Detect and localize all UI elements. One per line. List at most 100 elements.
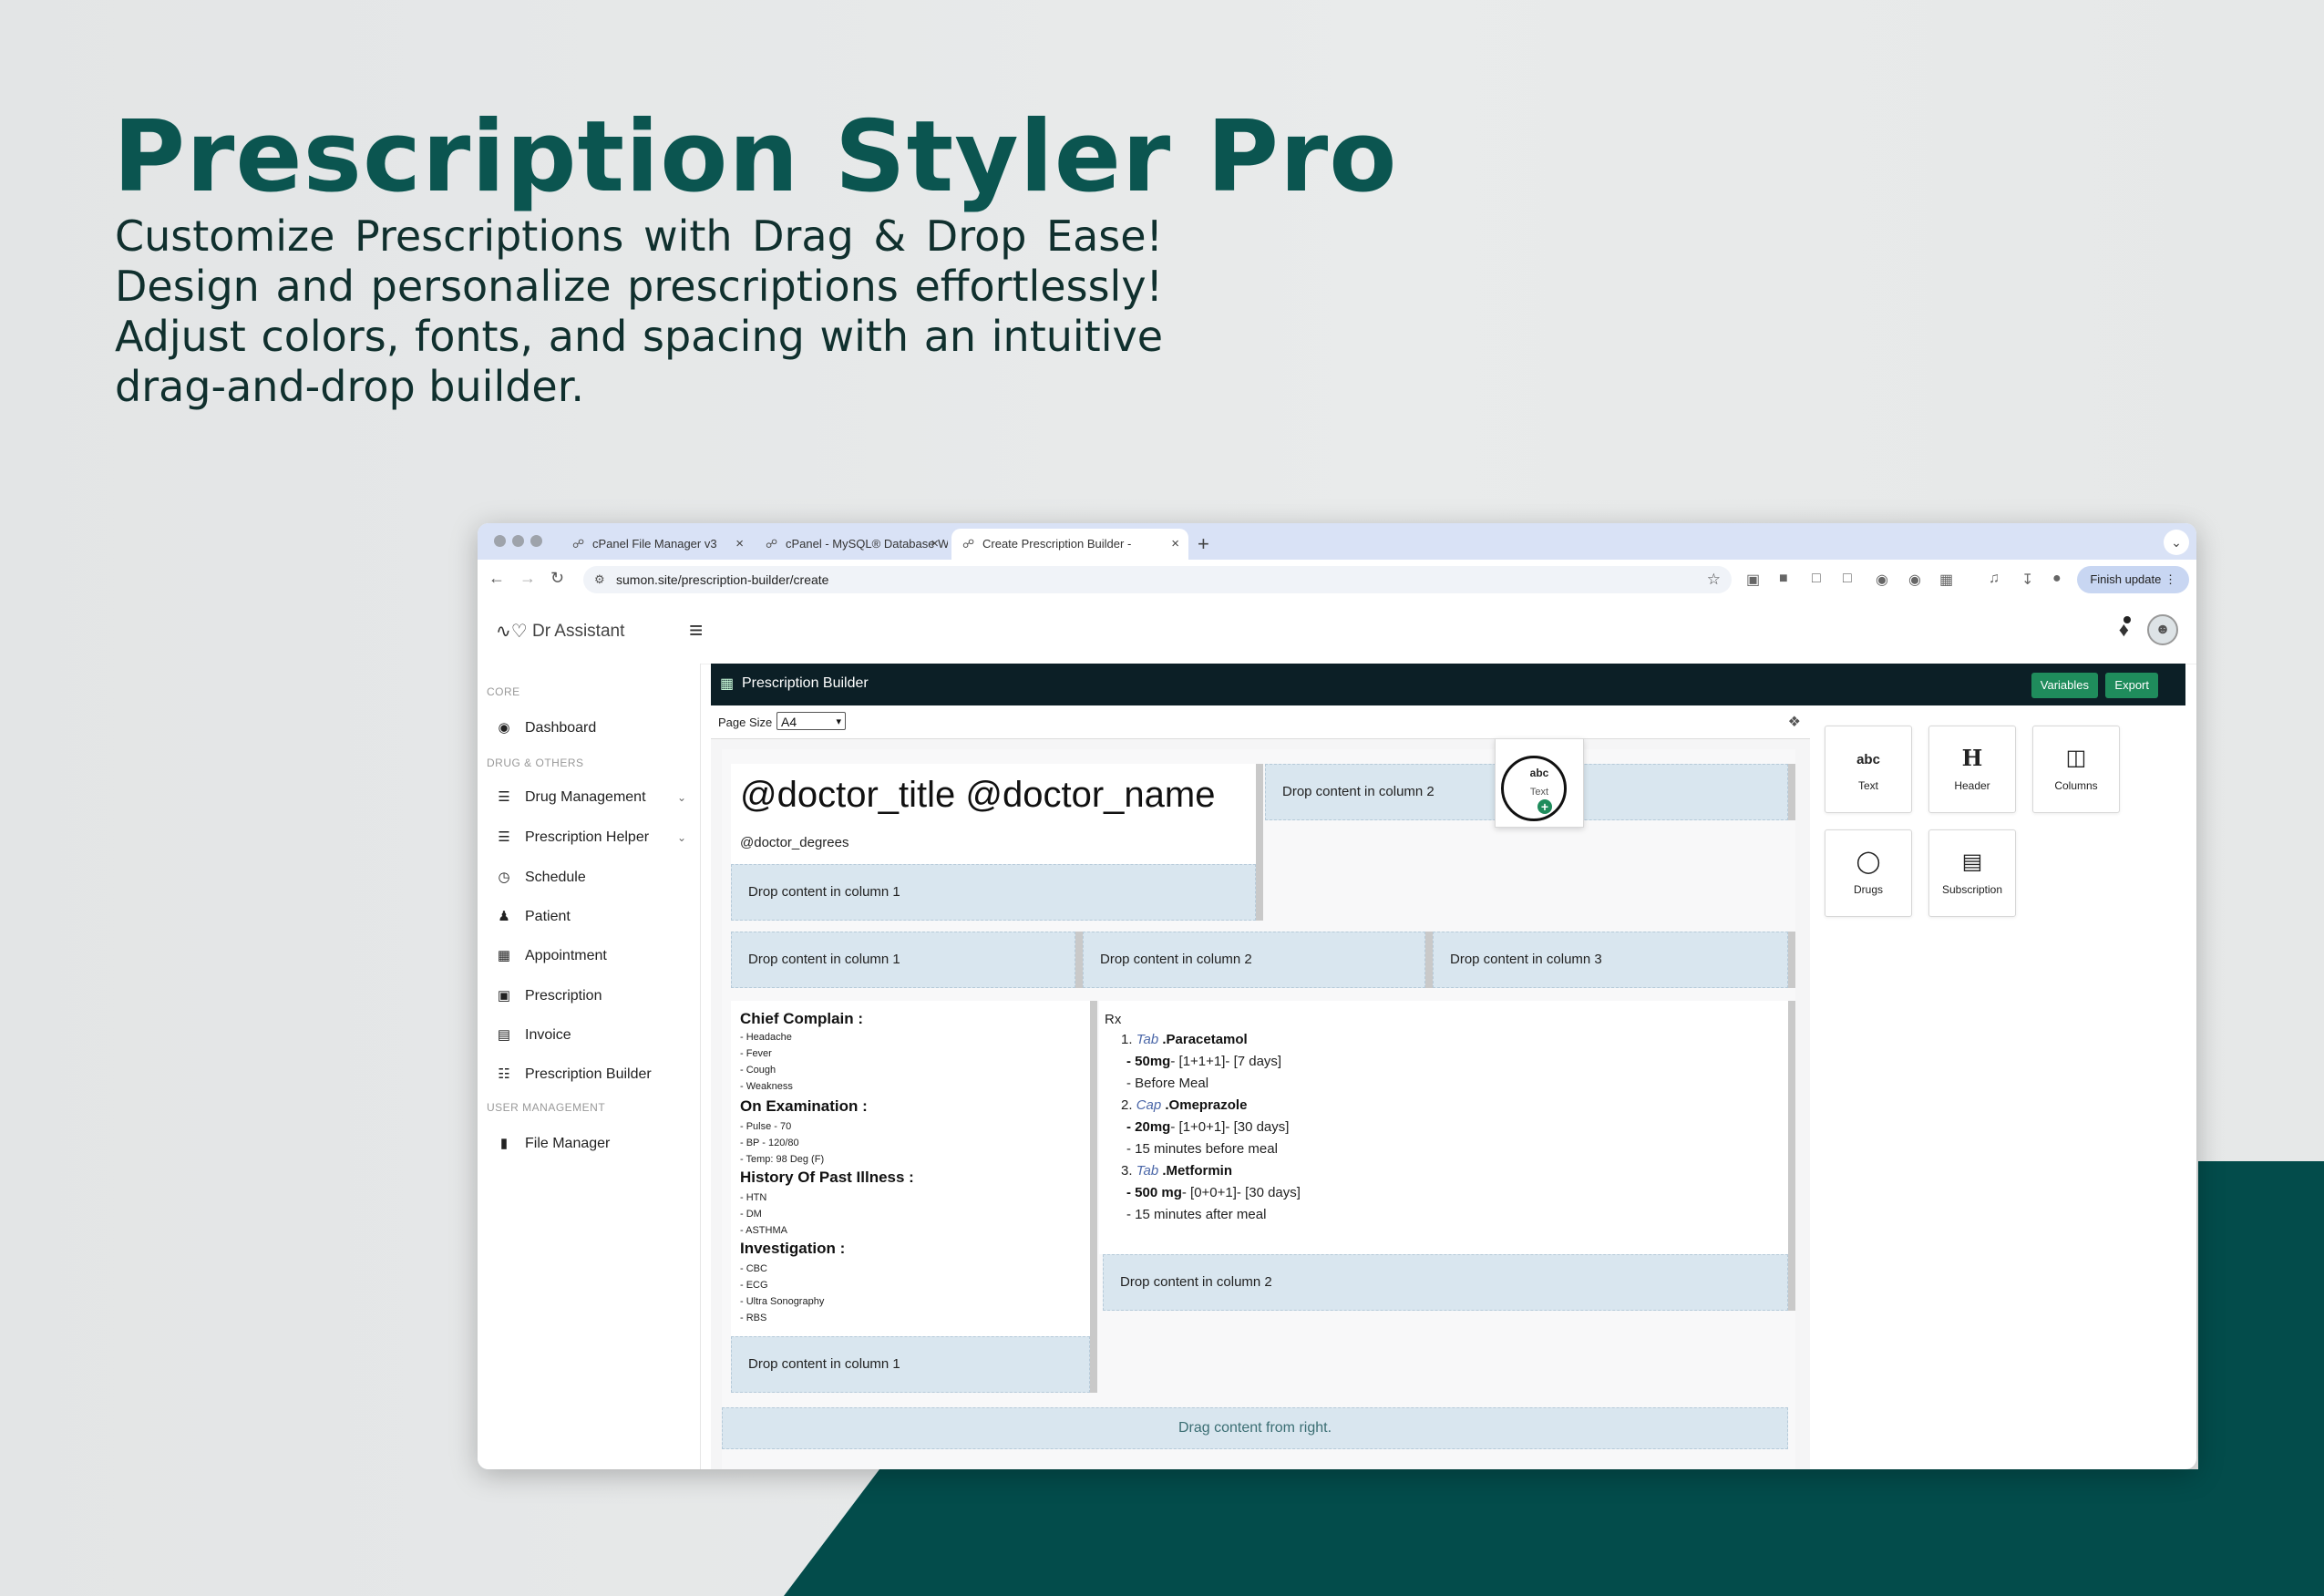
media-icon[interactable]: ♫ bbox=[1989, 571, 2000, 587]
sidebar-item-drug-management[interactable]: ☰ Drug Management ⌄ bbox=[494, 784, 690, 811]
page-size-select[interactable]: A4 ▾ bbox=[776, 712, 846, 730]
bookmark-star-icon[interactable]: ☆ bbox=[1707, 566, 1721, 593]
doctor-header-block[interactable]: @doctor_title @doctor_name @doctor_degre… bbox=[731, 764, 1256, 864]
profile-icon[interactable]: ● bbox=[2052, 571, 2062, 587]
window-close-dot[interactable] bbox=[494, 535, 506, 547]
sidebar-item-dashboard[interactable]: ◉ Dashboard bbox=[494, 715, 690, 742]
reload-icon[interactable]: ↻ bbox=[550, 569, 564, 588]
finish-update-button[interactable]: Finish update ⋮ bbox=[2077, 566, 2189, 593]
sidebar-item-prescription-helper[interactable]: ☰ Prescription Helper ⌄ bbox=[494, 824, 690, 851]
column-resize-handle[interactable] bbox=[1425, 932, 1433, 988]
drop-zone-column-1[interactable]: Drop content in column 1 bbox=[731, 932, 1075, 988]
column-resize-handle[interactable] bbox=[1090, 1001, 1097, 1393]
close-icon[interactable]: × bbox=[931, 529, 939, 560]
drug-dose: - 20mg bbox=[1126, 1119, 1171, 1135]
window-maximize-dot[interactable] bbox=[530, 535, 542, 547]
sidebar-item-file-manager[interactable]: ▮ File Manager bbox=[494, 1130, 690, 1158]
sidebar-item-label: Prescription Helper bbox=[525, 829, 650, 845]
download-icon[interactable]: ↧ bbox=[2021, 571, 2033, 589]
rx-label: Rx bbox=[1105, 1012, 1122, 1027]
back-arrow-icon[interactable]: ← bbox=[488, 569, 505, 588]
header-h-icon: H bbox=[1961, 745, 1983, 771]
drop-zone-column-3[interactable]: Drop content in column 3 bbox=[1433, 932, 1788, 988]
forward-arrow-icon[interactable]: → bbox=[519, 569, 536, 588]
close-icon[interactable]: × bbox=[735, 529, 744, 560]
extension-icon[interactable]: □ bbox=[1812, 571, 1821, 587]
sidebar-item-schedule[interactable]: ◷ Schedule bbox=[494, 864, 690, 891]
folder-icon: ▮ bbox=[499, 1136, 509, 1151]
drug-form: Tab bbox=[1136, 1163, 1159, 1179]
drug-dose-line: - 50mg- [1+1+1]- [7 days] bbox=[1126, 1054, 1281, 1069]
url-input[interactable]: ⚙ sumon.site/prescription-builder/create… bbox=[583, 566, 1732, 593]
sidebar-item-invoice[interactable]: ▤ Invoice bbox=[494, 1022, 690, 1049]
tool-header[interactable]: H Header bbox=[1928, 726, 2016, 813]
export-button[interactable]: Export bbox=[2105, 673, 2158, 698]
drop-zone-column-1[interactable]: Drop content in column 1 bbox=[731, 864, 1256, 921]
builder-canvas: Page Size A4 ▾ ❖ @doctor_title @doctor_n… bbox=[711, 705, 1811, 1469]
doctor-title-text: @doctor_title @doctor_name bbox=[740, 775, 1216, 815]
sidebar-item-label: Invoice bbox=[525, 1027, 571, 1043]
column-resize-handle[interactable] bbox=[1788, 1001, 1795, 1311]
sidebar: CORE ◉ Dashboard DRUG & OTHERS ☰ Drug Ma… bbox=[478, 664, 701, 1469]
drug-name: .Paracetamol bbox=[1162, 1032, 1248, 1047]
tool-subscription[interactable]: ▤ Subscription bbox=[1928, 829, 2016, 917]
drug-note: - 15 minutes after meal bbox=[1126, 1207, 1267, 1222]
dragging-text-tool-ghost[interactable]: abc Text + bbox=[1495, 738, 1584, 828]
chevron-down-icon[interactable]: ⌄ bbox=[2164, 530, 2189, 555]
extension-icon[interactable]: □ bbox=[1843, 571, 1852, 587]
sidebar-section-label: USER MANAGEMENT bbox=[487, 1101, 606, 1114]
rx-block[interactable]: Rx 1. Tab .Paracetamol - 50mg- [1+1+1]- … bbox=[1099, 1001, 1788, 1254]
close-icon[interactable]: × bbox=[1171, 529, 1179, 560]
extension-icon[interactable]: ■ bbox=[1779, 571, 1788, 587]
drug-line: 3. Tab .Metformin bbox=[1121, 1163, 1232, 1179]
drop-zone-column-2[interactable]: Drop content in column 2 bbox=[1103, 1254, 1788, 1311]
sliders-icon: ☰ bbox=[498, 829, 510, 845]
sidebar-item-prescription-builder[interactable]: ☷ Prescription Builder bbox=[494, 1061, 690, 1088]
tool-drugs[interactable]: ◯ Drugs bbox=[1825, 829, 1912, 917]
new-tab-plus-icon[interactable]: + bbox=[1198, 529, 1209, 560]
tool-label: Drugs bbox=[1853, 883, 1883, 896]
browser-tab-active[interactable]: ☍ Create Prescription Builder - × bbox=[951, 529, 1188, 560]
puzzle-icon[interactable]: ▦ bbox=[1939, 571, 1953, 589]
extension-icon[interactable]: ◉ bbox=[1908, 571, 1921, 589]
tool-text[interactable]: abc Text bbox=[1825, 726, 1912, 813]
sidebar-item-patient[interactable]: ♟ Patient bbox=[494, 903, 690, 931]
column-resize-handle[interactable] bbox=[1788, 764, 1795, 820]
avatar[interactable]: ☻ bbox=[2147, 614, 2178, 645]
sidebar-item-label: Prescription bbox=[525, 988, 602, 1004]
chevron-down-icon: ▾ bbox=[836, 716, 841, 727]
column-resize-handle[interactable] bbox=[1256, 764, 1263, 921]
column-resize-handle[interactable] bbox=[1788, 932, 1795, 988]
extension-icon[interactable]: ▣ bbox=[1746, 571, 1760, 589]
note-line: - Temp: 98 Deg (F) bbox=[740, 1154, 825, 1165]
app-header: ∿♡ Dr Assistant ≡ ♦ ☻ bbox=[478, 600, 2196, 664]
fullscreen-icon[interactable]: ❖ bbox=[1788, 713, 1801, 731]
sidebar-item-prescription[interactable]: ▣ Prescription bbox=[494, 983, 690, 1010]
variables-button[interactable]: Variables bbox=[2031, 673, 2098, 698]
browser-window: ☍ cPanel File Manager v3 × ☍ cPanel - My… bbox=[478, 523, 2196, 1469]
drop-zone-column-1[interactable]: Drop content in column 1 bbox=[731, 1336, 1090, 1393]
sidebar-item-label: Prescription Builder bbox=[525, 1066, 652, 1082]
sliders-icon: ☰ bbox=[498, 789, 510, 805]
user-icon: ♟ bbox=[498, 909, 510, 924]
window-minimize-dot[interactable] bbox=[512, 535, 524, 547]
extension-icon[interactable]: ◉ bbox=[1876, 571, 1888, 589]
tool-label: Columns bbox=[2054, 779, 2098, 792]
browser-tab[interactable]: ☍ cPanel File Manager v3 × bbox=[561, 529, 753, 560]
sidebar-item-label: Dashboard bbox=[525, 720, 597, 736]
browser-tab[interactable]: ☍ cPanel - MySQL® Database W × bbox=[755, 529, 948, 560]
column-resize-handle[interactable] bbox=[1075, 932, 1083, 988]
clinical-notes-block[interactable]: Chief Complain : - Headache - Fever - Co… bbox=[731, 1001, 1090, 1336]
note-line: - HTN bbox=[740, 1192, 767, 1203]
tool-columns[interactable]: ◫ Columns bbox=[2032, 726, 2120, 813]
menu-toggle-icon[interactable]: ≡ bbox=[689, 616, 703, 644]
site-settings-icon[interactable]: ⚙ bbox=[594, 566, 605, 593]
drop-zone-column-2[interactable]: Drop content in column 2 bbox=[1083, 932, 1425, 988]
hero-subtitle: Customize Prescriptions with Drag & Drop… bbox=[115, 211, 1163, 411]
dashboard-icon: ◉ bbox=[498, 720, 510, 736]
sidebar-item-appointment[interactable]: ▦ Appointment bbox=[494, 942, 690, 970]
brand-name: Dr Assistant bbox=[532, 622, 625, 641]
section-heading: Investigation : bbox=[740, 1240, 846, 1257]
file-icon: ▣ bbox=[497, 988, 511, 1004]
drag-content-hint-zone[interactable]: Drag content from right. bbox=[722, 1407, 1788, 1449]
